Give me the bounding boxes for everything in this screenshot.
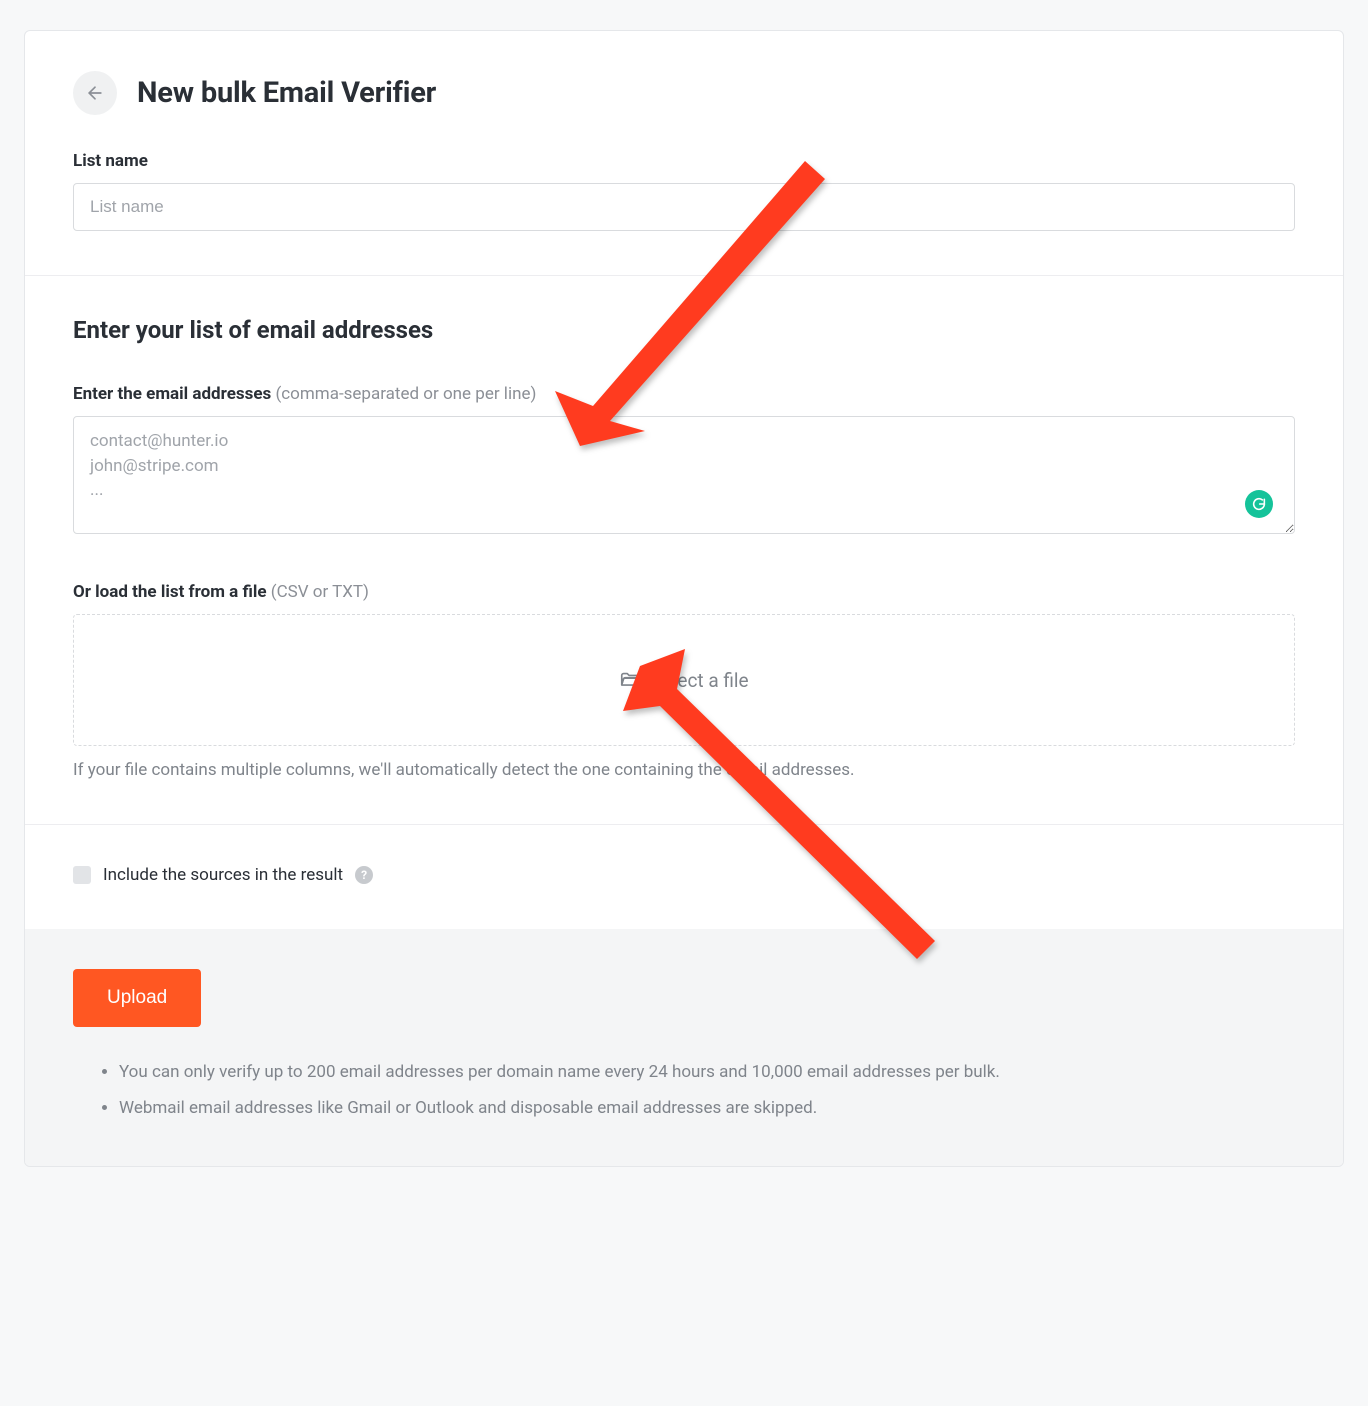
file-label: Or load the list from a file (CSV or TXT… xyxy=(73,582,1295,602)
select-file-text: Select a file xyxy=(651,669,748,692)
file-help-text: If your file contains multiple columns, … xyxy=(73,760,1295,780)
section-header: New bulk Email Verifier List name xyxy=(25,31,1343,275)
upload-button[interactable]: Upload xyxy=(73,969,201,1027)
list-name-input[interactable] xyxy=(73,183,1295,231)
footer-notes: You can only verify up to 200 email addr… xyxy=(73,1059,1295,1122)
arrow-left-icon xyxy=(85,83,105,103)
include-sources-row: Include the sources in the result ? xyxy=(73,865,1295,885)
textarea-wrap xyxy=(73,416,1295,538)
email-textarea-label-text: Enter the email addresses xyxy=(73,384,271,404)
file-label-text: Or load the list from a file xyxy=(73,582,267,602)
section-options: Include the sources in the result ? xyxy=(25,824,1343,929)
footer-note: Webmail email addresses like Gmail or Ou… xyxy=(119,1095,1295,1121)
include-sources-label: Include the sources in the result xyxy=(103,865,343,885)
email-textarea[interactable] xyxy=(73,416,1295,534)
section-heading: Enter your list of email addresses xyxy=(73,316,1295,344)
section-emails: Enter your list of email addresses Enter… xyxy=(25,275,1343,824)
folder-open-icon xyxy=(619,669,641,691)
include-sources-checkbox[interactable] xyxy=(73,866,91,884)
header-row: New bulk Email Verifier xyxy=(73,71,1295,115)
page-title: New bulk Email Verifier xyxy=(137,76,436,110)
help-icon[interactable]: ? xyxy=(355,866,373,884)
file-label-hint: (CSV or TXT) xyxy=(267,582,369,602)
email-textarea-hint: (comma-separated or one per line) xyxy=(271,384,536,404)
main-card: New bulk Email Verifier List name Enter … xyxy=(24,30,1344,1167)
section-footer: Upload You can only verify up to 200 ema… xyxy=(25,929,1343,1166)
list-name-label: List name xyxy=(73,151,1295,171)
back-button[interactable] xyxy=(73,71,117,115)
email-textarea-label: Enter the email addresses (comma-separat… xyxy=(73,384,1295,404)
file-dropzone[interactable]: Select a file xyxy=(73,614,1295,746)
footer-note: You can only verify up to 200 email addr… xyxy=(119,1059,1295,1085)
